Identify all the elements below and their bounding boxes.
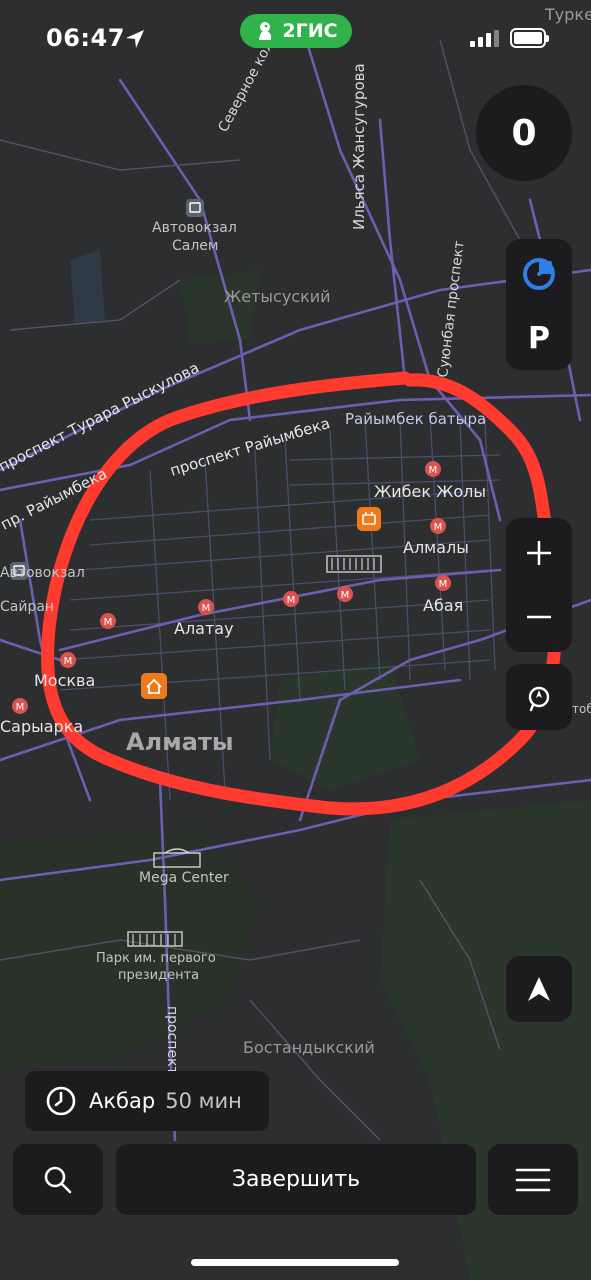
metro-icon: M bbox=[60, 652, 76, 668]
svg-text:M: M bbox=[434, 522, 443, 533]
minus-icon bbox=[527, 615, 551, 619]
battery-icon bbox=[510, 28, 549, 48]
finish-button[interactable]: Завершить bbox=[116, 1144, 476, 1215]
metro-icon: M bbox=[100, 613, 116, 629]
metro-icon: M bbox=[425, 461, 441, 477]
map-label: Салем bbox=[172, 238, 218, 254]
svg-text:M: M bbox=[104, 617, 113, 628]
metro-icon: M bbox=[283, 591, 299, 607]
compass-button[interactable] bbox=[506, 664, 572, 730]
map-label: Алмалы bbox=[403, 538, 469, 557]
bird-logo-icon bbox=[259, 22, 272, 40]
compass-rotate-icon bbox=[528, 686, 550, 712]
home-poi-icon bbox=[141, 673, 167, 699]
metro-icon: M bbox=[435, 575, 451, 591]
map-label: президента bbox=[118, 968, 199, 983]
metro-icon: M bbox=[430, 518, 446, 534]
map-label: Ильяса Жансугурова bbox=[350, 63, 368, 230]
navigation-arrow-icon bbox=[528, 977, 550, 1001]
svg-text:M: M bbox=[16, 702, 25, 713]
svg-text:M: M bbox=[341, 590, 350, 601]
map-label: Алматы bbox=[126, 728, 234, 756]
eta-destination: Акбар bbox=[89, 1089, 156, 1113]
map-label: Mega Center bbox=[139, 870, 229, 886]
my-location-button[interactable] bbox=[506, 956, 572, 1022]
parking-button[interactable]: P bbox=[506, 307, 572, 369]
map-label: Сайран bbox=[0, 599, 54, 615]
map-label: Жетысуский bbox=[224, 287, 331, 306]
signal-strength-icon bbox=[470, 30, 499, 47]
bus-stop-icon bbox=[186, 199, 204, 217]
metro-icon: M bbox=[12, 698, 28, 714]
speed-indicator: 0 bbox=[476, 85, 572, 181]
zoom-panel bbox=[506, 518, 572, 652]
location-arrow-icon bbox=[126, 30, 144, 48]
map-label: Автовокзал bbox=[0, 565, 85, 581]
map-label: Райымбек батыра bbox=[345, 410, 486, 428]
map-label: тоб bbox=[572, 702, 591, 716]
my-location-button-inner[interactable] bbox=[506, 958, 572, 1020]
search-button[interactable] bbox=[13, 1144, 103, 1215]
briefcase-poi-icon bbox=[357, 507, 381, 531]
metro-icon: M bbox=[337, 586, 353, 602]
svg-text:M: M bbox=[202, 603, 211, 614]
map-label: Парк им. первого bbox=[96, 951, 216, 966]
hamburger-menu-icon bbox=[515, 1168, 551, 1191]
traffic-toggle-button[interactable] bbox=[506, 241, 572, 303]
eta-card[interactable]: Акбар 50 мин bbox=[25, 1071, 269, 1131]
brand-label: 2ГИС bbox=[282, 20, 338, 42]
svg-text:M: M bbox=[287, 595, 296, 606]
svg-text:M: M bbox=[439, 579, 448, 590]
metro-icon: M bbox=[198, 599, 214, 615]
map-label: Алатау bbox=[174, 619, 234, 638]
clock-icon bbox=[46, 1086, 76, 1116]
home-indicator[interactable] bbox=[191, 1259, 399, 1266]
plus-icon bbox=[527, 541, 551, 565]
map-label: Сарыарка bbox=[0, 717, 83, 736]
map-label: Бостандыкский bbox=[243, 1038, 375, 1057]
search-icon bbox=[44, 1166, 72, 1193]
menu-button[interactable] bbox=[488, 1144, 578, 1215]
parking-label: P bbox=[528, 320, 550, 356]
map-label: Абая bbox=[423, 596, 463, 615]
zoom-out-button[interactable] bbox=[506, 586, 572, 648]
map-label: Жибек Жолы bbox=[374, 482, 486, 501]
map-label: Автовокзал bbox=[152, 220, 237, 236]
zoom-in-button[interactable] bbox=[506, 522, 572, 584]
map-label: Москва bbox=[34, 671, 95, 690]
app-brand-badge[interactable]: 2ГИС bbox=[240, 14, 352, 48]
map-label: проспект bbox=[164, 1006, 180, 1075]
traffic-speedometer-icon bbox=[523, 258, 555, 290]
eta-duration: 50 мин bbox=[165, 1089, 242, 1113]
compass-button-inner[interactable] bbox=[506, 666, 572, 728]
svg-text:M: M bbox=[64, 656, 73, 667]
svg-text:M: M bbox=[429, 465, 438, 476]
map-label: Турке bbox=[544, 5, 591, 24]
layers-panel: P bbox=[506, 239, 572, 370]
status-time: 06:47 bbox=[46, 24, 125, 52]
